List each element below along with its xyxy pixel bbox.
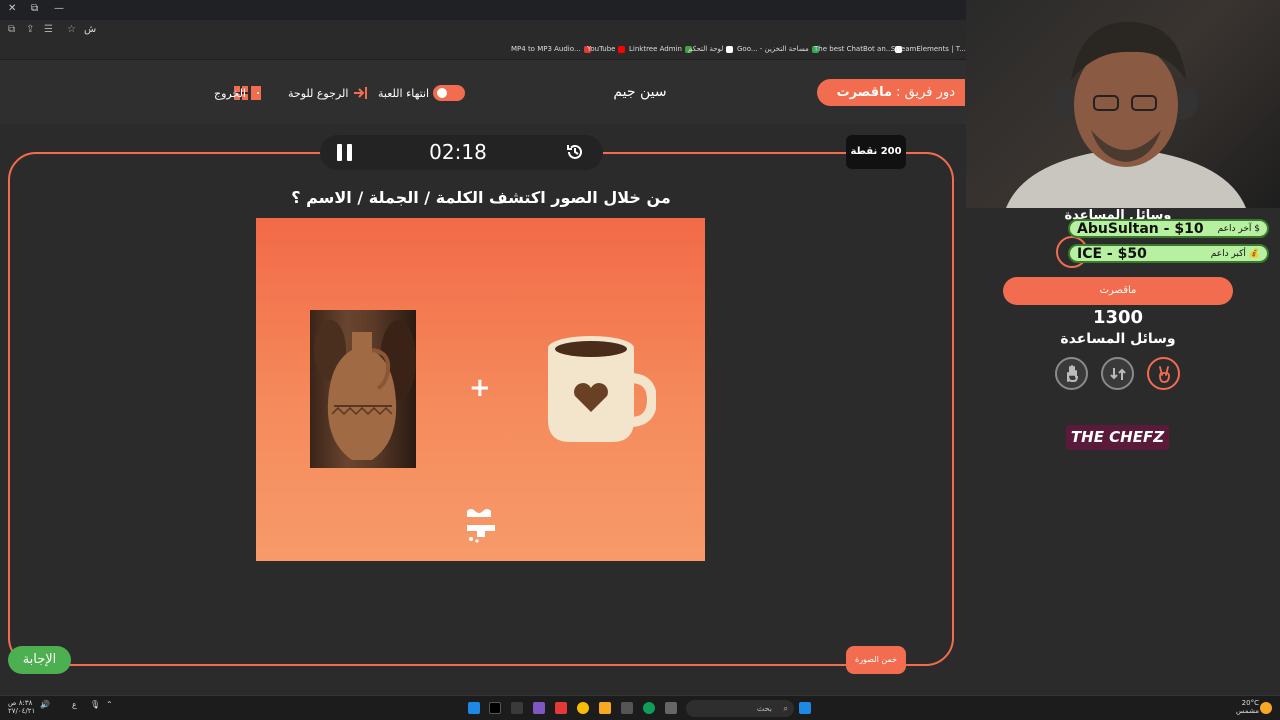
team-score: 1300 bbox=[1092, 307, 1144, 328]
bookmark-mp4-to-mp3[interactable]: MP4 to MP3 Audio... bbox=[511, 45, 591, 53]
question-text: من خلال الصور اكتشف الكلمة / الجملة / ال… bbox=[291, 188, 671, 207]
clay-jug-image bbox=[310, 310, 416, 468]
door-exit-icon bbox=[251, 86, 261, 100]
weather[interactable]: 20°C مشمس bbox=[1236, 699, 1259, 715]
bookmark-google-drive[interactable]: Goo... - مساحة التخزين bbox=[737, 45, 819, 53]
arrow-into-bar-icon bbox=[354, 87, 368, 99]
swap-icon bbox=[1109, 367, 1126, 380]
game-title: سين جيم bbox=[613, 84, 667, 100]
windows-start-icon[interactable] bbox=[799, 702, 811, 714]
folder-icon[interactable] bbox=[599, 702, 611, 714]
language-indicator[interactable]: ع bbox=[72, 700, 77, 709]
taskview-icon[interactable] bbox=[665, 702, 677, 714]
microphone-icon[interactable]: 🎙 bbox=[90, 700, 100, 709]
latest-donor-badge: AbuSultan - $10 $ آخر داعم bbox=[1068, 219, 1269, 238]
search-icon: ⌕ bbox=[783, 704, 788, 713]
swap-aid-button[interactable] bbox=[1101, 357, 1134, 390]
latest-donor-name: AbuSultan - $10 bbox=[1077, 220, 1204, 237]
app-icon[interactable] bbox=[533, 702, 545, 714]
team-name-pill: ماقصرت bbox=[1003, 277, 1233, 305]
tiktok-icon[interactable] bbox=[489, 702, 501, 714]
volume-icon[interactable]: 🔊 bbox=[40, 700, 50, 709]
address-bar[interactable]: ⧉ ⇪ ☰ ☆ ش bbox=[0, 20, 966, 42]
plus-sign: + bbox=[469, 373, 491, 403]
end-game-toggle[interactable] bbox=[433, 85, 466, 101]
browser-titlebar: ✕ ⧉ — bbox=[0, 0, 966, 20]
edge-icon[interactable] bbox=[643, 702, 655, 714]
team-turn-indicator: دور فريق : ماقصرت bbox=[817, 79, 965, 106]
money-bag-icon: 💰 bbox=[1248, 248, 1260, 259]
customize-icon[interactable]: ☰ bbox=[44, 24, 53, 35]
bookmark-streamelements[interactable]: StreamElements | T... bbox=[891, 45, 976, 53]
chrome-icon[interactable] bbox=[577, 702, 589, 714]
bookmark-chatbot[interactable]: The best ChatBot an... bbox=[814, 45, 903, 53]
bookmark-linktree[interactable]: Linktree Admin bbox=[629, 45, 692, 53]
guess-image-button[interactable]: خمن الصورة bbox=[846, 646, 906, 674]
chevron-up-icon[interactable]: ⌃ bbox=[106, 700, 113, 709]
hand-aid-button[interactable] bbox=[1055, 357, 1088, 390]
top-donor-name: ICE - $50 bbox=[1077, 245, 1147, 262]
bookmark-youtube[interactable]: YouTube bbox=[587, 45, 626, 53]
two-fingers-icon bbox=[1158, 365, 1170, 383]
sponsor-logo: THE CHEFZ bbox=[1066, 425, 1169, 450]
points-badge: 200 نقطة bbox=[846, 135, 906, 169]
steam-icon[interactable] bbox=[468, 702, 480, 714]
clock[interactable]: ٨:٣٨ ص ٢٧/٠٤/٢١ bbox=[8, 699, 35, 715]
share-icon[interactable]: ⇪ bbox=[26, 24, 34, 35]
bookmarks-bar: MP4 to MP3 Audio... YouTube Linktree Adm… bbox=[0, 42, 976, 60]
puzzle-image: + bbox=[256, 218, 705, 561]
restore-icon[interactable]: ⧉ bbox=[31, 3, 38, 14]
pause-icon[interactable] bbox=[337, 144, 353, 161]
exit-button[interactable]: الخروج bbox=[214, 83, 266, 103]
hand-icon bbox=[1066, 364, 1078, 382]
coffee-mug-icon bbox=[548, 336, 656, 442]
xbox-icon[interactable] bbox=[511, 702, 523, 714]
address-text[interactable]: ش bbox=[84, 24, 96, 35]
back-to-board-button[interactable]: الرجوع للوحة bbox=[288, 83, 368, 103]
top-donor-badge: ICE - $50 💰 أكبر داعم bbox=[1068, 244, 1269, 263]
sin-jeem-logo bbox=[467, 509, 495, 543]
aids-title: وسائل المساعدة bbox=[1060, 331, 1176, 347]
calculator-icon[interactable] bbox=[621, 702, 633, 714]
extensions-icon[interactable]: ⧉ bbox=[8, 24, 15, 35]
taskbar: ٨:٣٨ ص ٢٧/٠٤/٢١ 🔊 ع 🎙 ⌃ بحث ⌕ 20°C مشمس bbox=[0, 695, 1280, 720]
current-team-name: ماقصرت bbox=[836, 85, 893, 100]
star-icon[interactable]: ☆ bbox=[67, 24, 76, 35]
two-fingers-aid-button[interactable] bbox=[1147, 357, 1180, 390]
record-icon[interactable] bbox=[555, 702, 567, 714]
reset-timer-icon[interactable] bbox=[565, 142, 585, 162]
dollar-icon: $ bbox=[1254, 223, 1260, 234]
webcam-feed bbox=[966, 0, 1280, 208]
countdown-timer: 02:18 bbox=[429, 140, 487, 164]
close-icon[interactable]: ✕ bbox=[8, 3, 16, 14]
taskbar-search[interactable]: بحث ⌕ bbox=[686, 700, 794, 717]
bookmark-control-panel[interactable]: لوحة التحكم bbox=[688, 45, 734, 53]
sun-icon bbox=[1260, 702, 1272, 714]
minimize-icon[interactable]: — bbox=[54, 3, 64, 14]
end-game-button[interactable]: انتهاء اللعبة bbox=[378, 83, 466, 103]
answer-button[interactable]: الإجابة bbox=[8, 646, 71, 674]
